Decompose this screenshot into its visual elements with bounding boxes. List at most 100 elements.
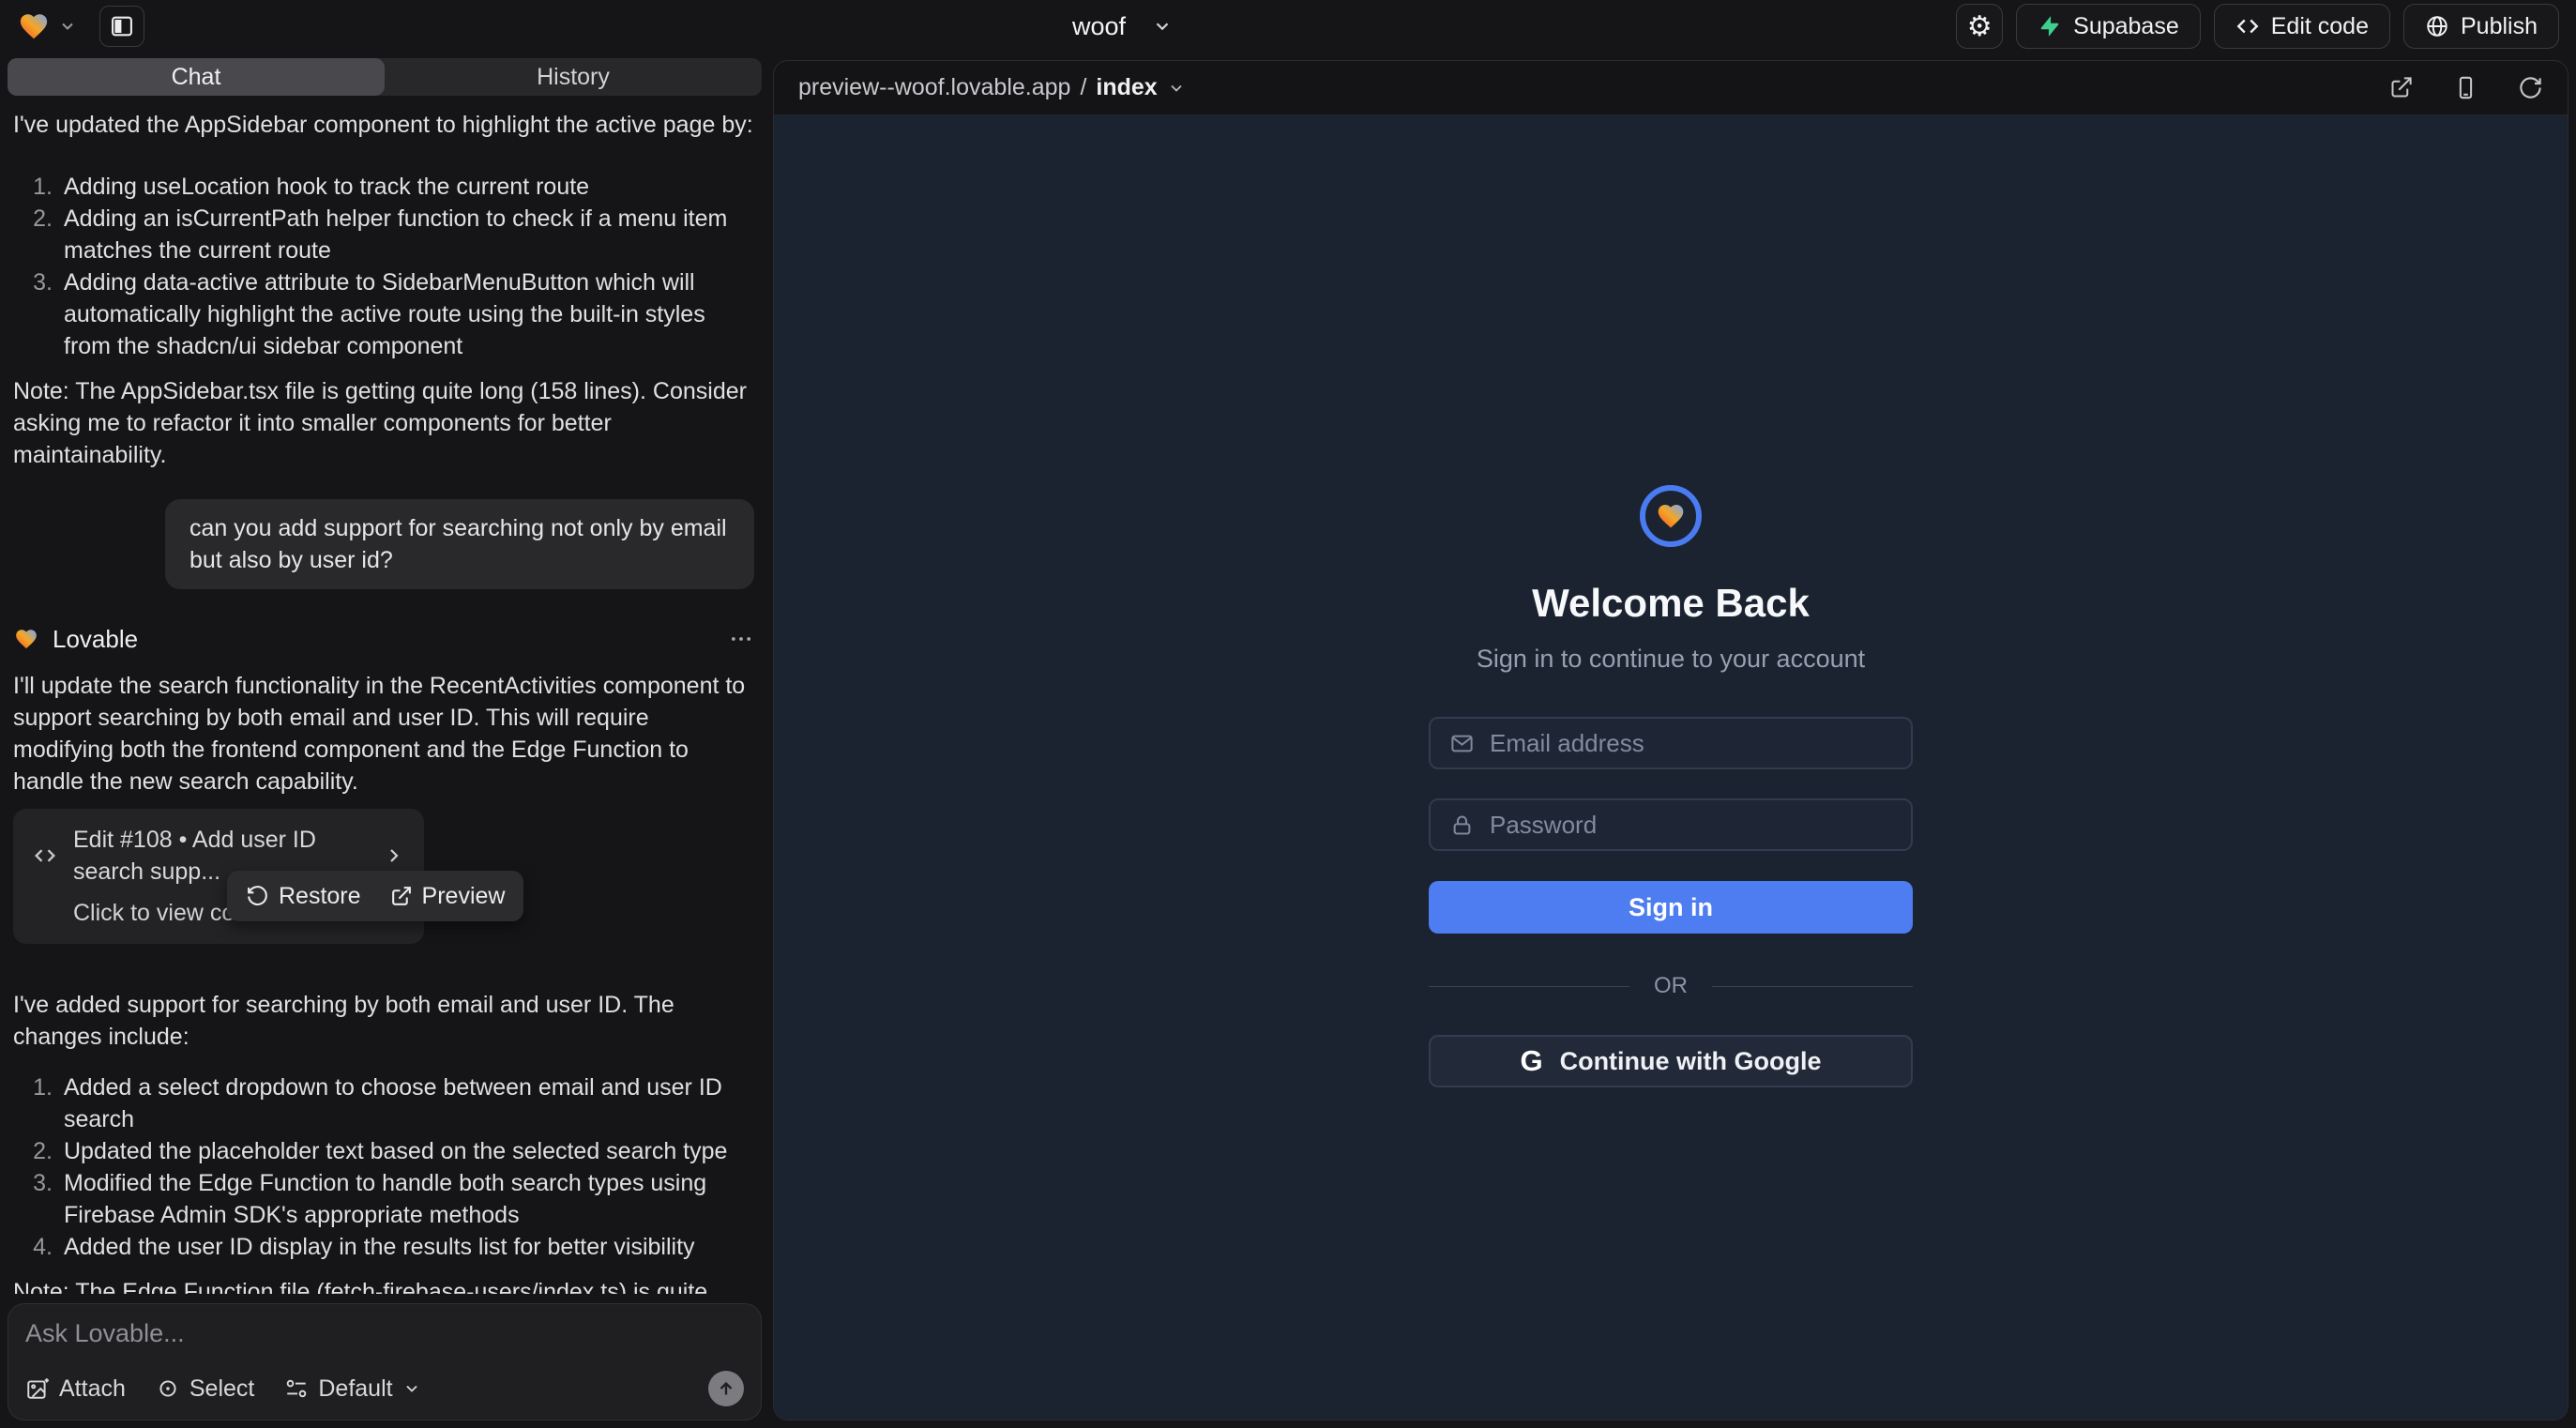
divider-line [1429,986,1629,987]
list-item: Added the user ID display in the results… [24,1231,754,1263]
list-item: Updated the placeholder text based on th… [24,1135,754,1167]
assistant-list: Adding useLocation hook to track the cur… [13,171,754,362]
auth-card: Welcome Back Sign in to continue to your… [1429,485,1913,1420]
code-icon [2235,14,2260,38]
list-item: Adding data-active attribute to SidebarM… [24,266,754,362]
more-options-icon[interactable] [728,626,754,652]
open-in-new-tab-icon[interactable] [2388,75,2414,100]
edit-code-label: Edit code [2271,13,2369,40]
divider-line [1712,986,1913,987]
tab-history[interactable]: History [385,58,762,96]
external-link-icon [389,885,413,908]
lock-icon [1449,813,1475,838]
chat-history-tabs: Chat History [8,58,762,96]
sign-in-button[interactable]: Sign in [1429,881,1913,934]
or-divider: OR [1429,973,1913,999]
settings-button[interactable]: ⚙ [1956,4,2003,49]
chevron-down-icon [1152,16,1173,37]
email-field[interactable] [1429,717,1913,769]
assistant-list: Added a select dropdown to choose betwee… [13,1071,754,1263]
list-item: Adding an isCurrentPath helper function … [24,203,754,266]
arrow-up-icon [716,1378,736,1399]
project-name: woof [1072,12,1126,41]
attach-image-icon [25,1376,50,1401]
lovable-app: woof ⚙ Supabase Edit code [0,0,2576,1428]
tab-chat[interactable]: Chat [8,58,385,96]
publish-label: Publish [2461,13,2538,40]
list-item: Adding useLocation hook to track the cur… [24,171,754,203]
edit-hover-actions: Restore Preview [227,871,523,921]
preview-iframe: Welcome Back Sign in to continue to your… [774,115,2568,1420]
list-item: Added a select dropdown to choose betwee… [24,1071,754,1135]
toggle-sidebar-button[interactable] [99,6,144,47]
globe-icon [2425,14,2449,38]
publish-button[interactable]: Publish [2403,4,2559,49]
chat-messages[interactable]: I've updated the AppSidebar component to… [0,96,769,1294]
preview-header-actions [2388,75,2543,100]
auth-subtitle: Sign in to continue to your account [1477,645,1865,674]
lovable-logo-heart-icon[interactable] [17,10,51,42]
or-label: OR [1654,973,1688,999]
auth-title: Welcome Back [1532,581,1810,626]
assistant-note: Note: The AppSidebar.tsx file is getting… [13,375,754,471]
top-bar: woof ⚙ Supabase Edit code [0,0,2576,53]
preview-page: index [1096,74,1157,101]
topbar-left [17,6,144,47]
project-switcher[interactable]: woof [1072,0,1173,53]
password-input[interactable] [1490,811,1892,840]
envelope-icon [1449,731,1475,756]
assistant-name: Lovable [53,623,138,655]
mobile-view-icon[interactable] [2453,75,2478,100]
heart-icon [1655,501,1687,531]
mode-label: Default [318,1375,392,1403]
assistant-header: Lovable [13,623,754,655]
continue-with-google-button[interactable]: G Continue with Google [1429,1035,1913,1087]
chevron-down-icon[interactable] [58,17,77,36]
chat-input[interactable] [25,1319,744,1348]
composer: Attach Select Default [8,1303,762,1420]
assistant-note: Note: The Edge Function file (fetch-fire… [13,1276,754,1294]
assistant-paragraph: I'll update the search functionality in … [13,670,754,798]
email-input[interactable] [1490,729,1892,758]
composer-toolbar: Attach Select Default [25,1371,744,1406]
main-split: Chat History I've updated the AppSidebar… [0,53,2576,1428]
user-message-bubble: can you add support for searching not on… [165,499,754,589]
preview-label: Preview [422,880,506,912]
attach-label: Attach [59,1375,126,1403]
select-label: Select [189,1375,254,1403]
supabase-bolt-icon [2038,14,2062,38]
lovable-avatar-heart-icon [13,627,39,651]
restore-icon [246,885,269,908]
url-separator: / [1080,74,1086,101]
refresh-icon[interactable] [2518,75,2543,100]
edit-code-button[interactable]: Edit code [2214,4,2390,49]
password-field[interactable] [1429,798,1913,851]
restore-button[interactable]: Restore [246,880,361,912]
supabase-button[interactable]: Supabase [2016,4,2201,49]
preview-header: preview--woof.lovable.app / index [774,61,2568,115]
app-logo [1640,485,1702,547]
attach-button[interactable]: Attach [25,1375,126,1403]
preview-panel: preview--woof.lovable.app / index [773,60,2568,1420]
assistant-paragraph: I've added support for searching by both… [13,989,754,1053]
restore-label: Restore [279,880,361,912]
chevron-right-icon [383,844,405,867]
chevron-down-icon [402,1379,421,1398]
code-icon [32,843,58,869]
supabase-label: Supabase [2073,13,2179,40]
preview-url: preview--woof.lovable.app [798,74,1070,101]
assistant-paragraph: I've updated the AppSidebar component to… [13,109,754,141]
edit-card-wrapper: Edit #108 • Add user ID search supp... C… [13,809,424,944]
google-g-icon: G [1520,1044,1542,1078]
chat-panel: Chat History I've updated the AppSidebar… [0,53,769,1428]
preview-url-selector[interactable]: preview--woof.lovable.app / index [798,74,1186,101]
mode-dropdown[interactable]: Default [284,1375,420,1403]
google-label: Continue with Google [1560,1047,1822,1076]
preview-edit-button[interactable]: Preview [389,880,506,912]
topbar-actions: ⚙ Supabase Edit code Publish [1956,4,2559,49]
gear-icon: ⚙ [1967,10,1993,43]
select-button[interactable]: Select [156,1375,254,1403]
target-icon [156,1376,180,1401]
sliders-icon [284,1376,309,1401]
send-button[interactable] [708,1371,744,1406]
